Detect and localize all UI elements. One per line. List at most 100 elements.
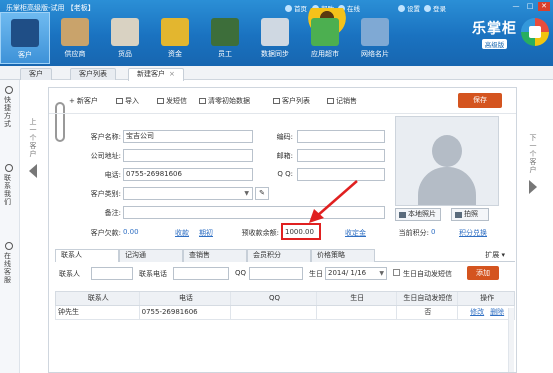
nav-money[interactable]: 资金 bbox=[150, 12, 200, 64]
shortcut-label: 快捷方式 bbox=[4, 96, 11, 128]
take-photo-label: 拍照 bbox=[464, 210, 478, 218]
supplier-icon bbox=[61, 18, 89, 46]
settings-link[interactable]: 设置 bbox=[398, 3, 420, 13]
nav-supplier-label: 供应商 bbox=[64, 50, 86, 58]
cell-actions: 修改 删除 bbox=[458, 306, 514, 319]
edit-link[interactable]: 修改 bbox=[470, 308, 484, 316]
deposit-link[interactable]: 收定金 bbox=[345, 228, 366, 238]
birthday-value: 2014/ 1/16 bbox=[328, 269, 367, 277]
tab-customer-list[interactable]: 客户列表 bbox=[70, 68, 116, 80]
add-contact-button[interactable]: 添加 bbox=[467, 266, 499, 280]
cell-qq bbox=[231, 306, 317, 319]
customer-icon bbox=[11, 19, 39, 47]
nav-customer[interactable]: 客户 bbox=[0, 12, 50, 64]
birthday-remind-checkbox[interactable] bbox=[393, 269, 400, 276]
subtab-contacts[interactable]: 联系人 bbox=[55, 249, 119, 262]
category-select[interactable]: ▼ bbox=[123, 187, 253, 200]
contact-phone-input[interactable] bbox=[173, 267, 229, 280]
tab-customer[interactable]: 客户 bbox=[20, 68, 52, 80]
table-header: 联系人 电话 QQ 生日 生日自动发短信 操作 bbox=[55, 291, 515, 306]
expand-label: 扩展 bbox=[485, 251, 500, 259]
nav-staff[interactable]: 员工 bbox=[200, 12, 250, 64]
new-customer-button[interactable]: + 新客户 bbox=[69, 96, 98, 106]
tab-close-icon[interactable]: × bbox=[169, 70, 175, 78]
save-button[interactable]: 保存 bbox=[458, 93, 502, 108]
settings-label: 设置 bbox=[407, 5, 420, 13]
phone-icon bbox=[5, 164, 13, 172]
email-input[interactable] bbox=[297, 149, 385, 162]
contacts-table: 联系人 电话 QQ 生日 生日自动发短信 操作 钟先生 0755-2698160… bbox=[55, 291, 515, 372]
customer-list-button[interactable]: 客户列表 bbox=[273, 96, 310, 106]
chevron-down-icon: ▾ bbox=[501, 251, 505, 259]
subtab-pricing[interactable]: 价格策略 bbox=[311, 249, 375, 262]
contact-phone-label: 联系电话 bbox=[139, 270, 167, 278]
name-input[interactable]: 宝吉公司 bbox=[123, 130, 253, 143]
close-button[interactable]: ✕ bbox=[538, 2, 550, 11]
cell-name: 钟先生 bbox=[56, 306, 140, 319]
record-sale-button[interactable]: 记销售 bbox=[327, 96, 357, 106]
prev-customer-button[interactable]: 上一个客户 bbox=[22, 118, 44, 318]
points-label: 当前积分: bbox=[398, 229, 429, 237]
next-customer-button[interactable]: 下一个客户 bbox=[522, 134, 544, 334]
subtab-communication[interactable]: 记沟通 bbox=[119, 249, 183, 262]
subtab-points[interactable]: 会员积分 bbox=[247, 249, 311, 262]
edit-category-button[interactable]: ✎ bbox=[255, 187, 269, 200]
nav-card[interactable]: 网络名片 bbox=[350, 12, 400, 64]
nav-app-store[interactable]: 应用超市 bbox=[300, 12, 350, 64]
goods-icon bbox=[111, 18, 139, 46]
clear-data-button[interactable]: 清零初始数据 bbox=[199, 96, 250, 106]
nav-sync-label: 数据同步 bbox=[261, 50, 289, 58]
phone-label: 电话: bbox=[104, 171, 121, 179]
contact-qq-input[interactable] bbox=[249, 267, 303, 280]
nav-sync[interactable]: 数据同步 bbox=[250, 12, 300, 64]
table-scrollbar[interactable] bbox=[508, 308, 514, 372]
staff-icon bbox=[211, 18, 239, 46]
annotation-arrow-icon bbox=[309, 180, 358, 223]
import-label: 导入 bbox=[125, 97, 139, 105]
tab-strip: 客户 客户列表 新建客户 × bbox=[0, 66, 553, 81]
nav-goods[interactable]: 货品 bbox=[100, 12, 150, 64]
import-button[interactable]: 导入 bbox=[116, 96, 139, 106]
expand-button[interactable]: 扩展 ▾ bbox=[485, 249, 505, 261]
nav-supplier[interactable]: 供应商 bbox=[50, 12, 100, 64]
maximize-button[interactable]: □ bbox=[524, 2, 536, 11]
cell-phone: 0755-26981606 bbox=[140, 306, 232, 319]
take-photo-button[interactable]: 拍照 bbox=[451, 208, 489, 221]
points-redeem-link[interactable]: 积分兑换 bbox=[459, 228, 487, 238]
main-nav: 客户 供应商 货品 资金 员工 数据同步 应用超市 网络名片 bbox=[0, 12, 400, 64]
minimize-button[interactable]: — bbox=[510, 2, 522, 11]
table-row[interactable]: 钟先生 0755-26981606 否 修改 删除 bbox=[55, 306, 515, 320]
local-photo-button[interactable]: 本地照片 bbox=[395, 208, 441, 221]
login-label: 登录 bbox=[433, 5, 446, 13]
customer-form-card: + 新客户 导入 发短信 清零初始数据 客户列表 记销售 保存 客户名称: 宝吉公… bbox=[48, 87, 517, 373]
address-input[interactable] bbox=[123, 149, 253, 162]
subtab-sales[interactable]: 查销售 bbox=[183, 249, 247, 262]
opening-link[interactable]: 期初 bbox=[199, 228, 213, 238]
nav-money-label: 资金 bbox=[168, 50, 182, 58]
points-value: 0 bbox=[431, 228, 436, 236]
delete-link[interactable]: 删除 bbox=[490, 308, 504, 316]
list-icon bbox=[273, 98, 280, 104]
send-sms-button[interactable]: 发短信 bbox=[157, 96, 187, 106]
contact-us-item[interactable]: 联系我们 bbox=[0, 164, 19, 206]
customer-photo[interactable] bbox=[395, 116, 499, 206]
receive-payment-link[interactable]: 收款 bbox=[175, 228, 189, 238]
plus-icon: + bbox=[69, 97, 75, 105]
login-link[interactable]: 登录 bbox=[424, 3, 446, 13]
email-label: 邮箱: bbox=[276, 152, 293, 160]
toolbar: + 新客户 导入 发短信 清零初始数据 客户列表 记销售 保存 bbox=[49, 88, 516, 114]
code-input[interactable] bbox=[297, 130, 385, 143]
tab-new-customer[interactable]: 新建客户 × bbox=[128, 68, 184, 81]
contact-name-input[interactable] bbox=[91, 267, 133, 280]
col-remind: 生日自动发短信 bbox=[397, 292, 459, 305]
nav-card-label: 网络名片 bbox=[361, 50, 389, 58]
contact-birthday-input[interactable]: 2014/ 1/16 ▼ bbox=[325, 267, 387, 280]
phone-input[interactable]: 0755-26981606 bbox=[123, 168, 253, 181]
shortcut-icon bbox=[5, 86, 13, 94]
image-icon bbox=[399, 211, 406, 218]
col-contact: 联系人 bbox=[56, 292, 140, 305]
next-customer-label: 下一个客户 bbox=[529, 134, 537, 174]
sync-icon bbox=[261, 18, 289, 46]
shortcut-item[interactable]: 快捷方式 bbox=[0, 86, 19, 128]
online-service-item[interactable]: 在线客服 bbox=[0, 242, 19, 284]
